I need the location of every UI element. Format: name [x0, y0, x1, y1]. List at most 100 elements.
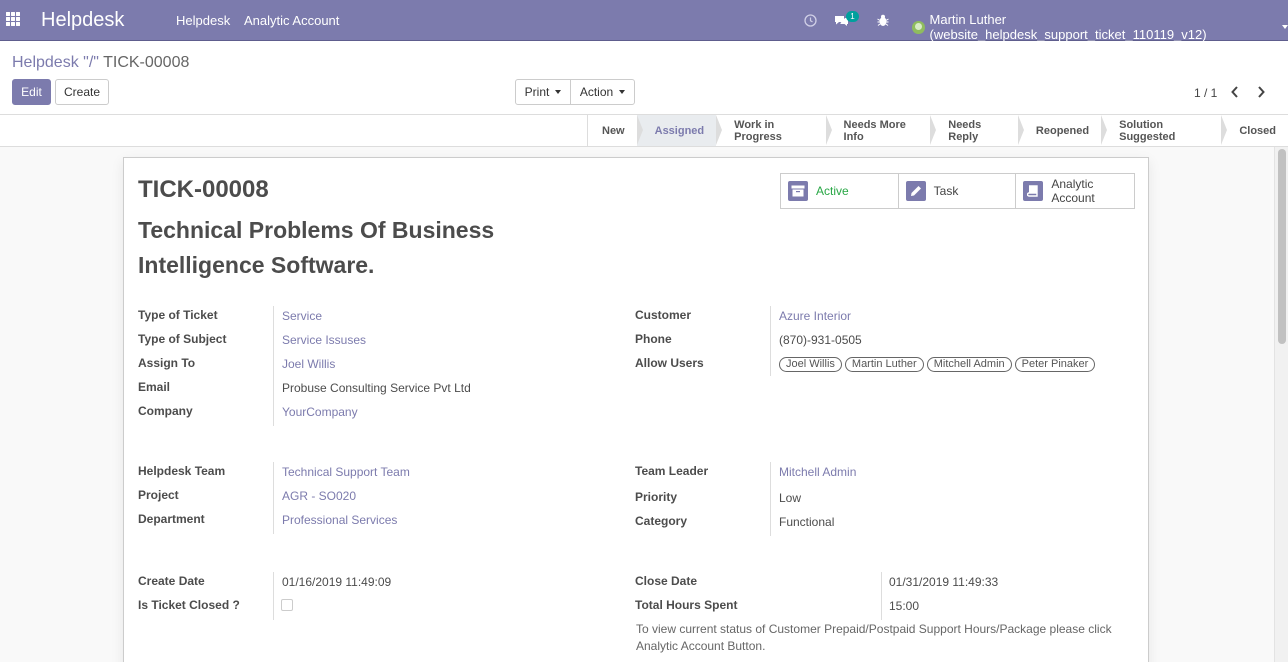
task-button[interactable]: Task	[899, 174, 1017, 208]
priority-label: Priority	[635, 490, 678, 504]
create-date-label: Create Date	[138, 574, 205, 588]
pencil-icon	[905, 181, 926, 201]
action-label: Action	[579, 85, 614, 99]
menu-analytic-account[interactable]: Analytic Account	[244, 13, 339, 28]
form-sheet: Active Task Analytic Account TICK-00008 …	[123, 157, 1149, 662]
priority-value: Low	[779, 491, 802, 505]
note-line2: Analytic Account Button.	[636, 639, 766, 653]
book-icon	[1023, 181, 1044, 201]
field-divider	[273, 306, 274, 426]
menu-helpdesk[interactable]: Helpdesk	[176, 13, 230, 28]
archive-icon	[788, 181, 808, 201]
project-value[interactable]: AGR - SO020	[282, 489, 356, 503]
helpdesk-team-label: Helpdesk Team	[138, 464, 226, 478]
stage-statusbar: New Assigned Work in Progress Needs More…	[587, 115, 1288, 146]
scrollbar-thumb[interactable]	[1278, 149, 1286, 344]
breadcrumb-helpdesk-link[interactable]: Helpdesk "/"	[12, 54, 99, 71]
category-label: Category	[635, 514, 688, 528]
analytic-account-button[interactable]: Analytic Account	[1016, 174, 1134, 208]
company-value[interactable]: YourCompany	[282, 405, 358, 419]
user-tag[interactable]: Martin Luther	[844, 357, 924, 372]
active-label: Active	[816, 184, 849, 198]
user-name: Martin Luther (website_helpdesk_support_…	[929, 12, 1207, 42]
stage-reopened[interactable]: Reopened	[1017, 115, 1108, 146]
stage-assigned[interactable]: Assigned	[636, 115, 722, 146]
chevron-down-icon	[555, 90, 562, 94]
project-label: Project	[138, 488, 179, 502]
note-line1: To view current status of Customer Prepa…	[636, 622, 1112, 636]
statusbar-area: New Assigned Work in Progress Needs More…	[0, 115, 1288, 147]
assign-to-label: Assign To	[138, 356, 196, 370]
vertical-scrollbar[interactable]	[1274, 147, 1288, 662]
previous-record-icon[interactable]	[1230, 85, 1240, 102]
helpdesk-team-value[interactable]: Technical Support Team	[282, 465, 410, 479]
phone-label: Phone	[635, 332, 672, 346]
print-dropdown[interactable]: Print	[515, 79, 571, 105]
activity-clock-icon[interactable]	[803, 10, 817, 30]
team-leader-value[interactable]: Mitchell Admin	[779, 465, 856, 479]
pager-value[interactable]: 1 / 1	[1194, 86, 1217, 100]
email-value: Probuse Consulting Service Pvt Ltd	[282, 381, 471, 395]
user-avatar	[912, 20, 925, 34]
company-label: Company	[138, 404, 193, 418]
edit-button[interactable]: Edit	[12, 79, 51, 105]
task-label: Task	[933, 184, 959, 198]
analytic-label-line1: Analytic	[1051, 177, 1094, 191]
debug-bug-icon[interactable]	[876, 10, 890, 30]
phone-value: (870)-931-0505	[779, 333, 862, 347]
total-hours-label: Total Hours Spent	[635, 598, 738, 612]
type-of-ticket-value[interactable]: Service	[282, 309, 322, 323]
top-navbar: Helpdesk Helpdesk Analytic Account 1 Mar…	[0, 0, 1288, 42]
print-label: Print	[524, 85, 550, 99]
user-menu[interactable]: Martin Luther (website_helpdesk_support_…	[912, 12, 1288, 42]
analytic-account-label: Analytic Account	[1051, 177, 1094, 205]
stage-needs-reply[interactable]: Needs Reply	[930, 115, 1024, 146]
user-tag[interactable]: Peter Pinaker	[1014, 357, 1096, 372]
department-label: Department	[138, 512, 205, 526]
type-of-subject-value[interactable]: Service Issuses	[282, 333, 366, 347]
chevron-down-icon	[619, 90, 626, 94]
support-hours-note: To view current status of Customer Prepa…	[636, 621, 1112, 655]
category-value: Functional	[779, 515, 835, 529]
customer-label: Customer	[635, 308, 692, 322]
user-tag[interactable]: Mitchell Admin	[926, 357, 1012, 372]
assign-to-value[interactable]: Joel Willis	[282, 357, 335, 371]
action-dropdown[interactable]: Action	[570, 79, 635, 105]
allow-users-tags: Joel Willis Martin Luther Mitchell Admin Pe…	[779, 356, 1098, 372]
is-ticket-closed-checkbox[interactable]	[281, 599, 293, 611]
stage-work-in-progress[interactable]: Work in Progress	[716, 115, 832, 146]
next-record-icon[interactable]	[1256, 85, 1266, 102]
field-divider	[881, 572, 882, 620]
total-hours-value: 15:00	[889, 599, 920, 613]
field-divider	[770, 462, 771, 536]
department-value[interactable]: Professional Services	[282, 513, 397, 527]
stage-solution-suggested[interactable]: Solution Suggested	[1101, 115, 1228, 146]
close-date-label: Close Date	[635, 574, 698, 588]
type-of-subject-label: Type of Subject	[138, 332, 227, 346]
apps-menu-icon[interactable]	[6, 12, 20, 26]
stage-new[interactable]: New	[588, 115, 643, 146]
email-label: Email	[138, 380, 171, 394]
stage-closed[interactable]: Closed	[1221, 115, 1288, 146]
control-panel: Helpdesk "/" TICK-00008 Edit Create Prin…	[0, 41, 1288, 115]
allow-users-label: Allow Users	[635, 356, 704, 370]
active-toggle-button[interactable]: Active	[781, 174, 899, 208]
messages-count-badge: 1	[846, 11, 859, 22]
type-of-ticket-label: Type of Ticket	[138, 308, 218, 322]
customer-value[interactable]: Azure Interior	[779, 309, 851, 323]
close-date-value: 01/31/2019 11:49:33	[889, 575, 999, 589]
ticket-title-line1: Technical Problems Of Business	[138, 217, 495, 243]
create-button[interactable]: Create	[55, 79, 109, 105]
breadcrumb: Helpdesk "/" TICK-00008	[12, 54, 189, 72]
create-date-value: 01/16/2019 11:49:09	[282, 575, 392, 589]
ticket-number: TICK-00008	[138, 176, 269, 203]
team-leader-label: Team Leader	[635, 464, 709, 478]
ticket-title: Technical Problems Of Business Intellige…	[138, 213, 538, 283]
analytic-label-line2: Account	[1051, 191, 1095, 205]
field-divider	[273, 462, 274, 534]
ticket-title-line2: Intelligence Software.	[138, 252, 375, 278]
stage-needs-more-info[interactable]: Needs More Info	[825, 115, 936, 146]
field-divider	[273, 572, 274, 620]
user-tag[interactable]: Joel Willis	[779, 357, 842, 372]
chevron-down-icon	[1282, 25, 1288, 29]
